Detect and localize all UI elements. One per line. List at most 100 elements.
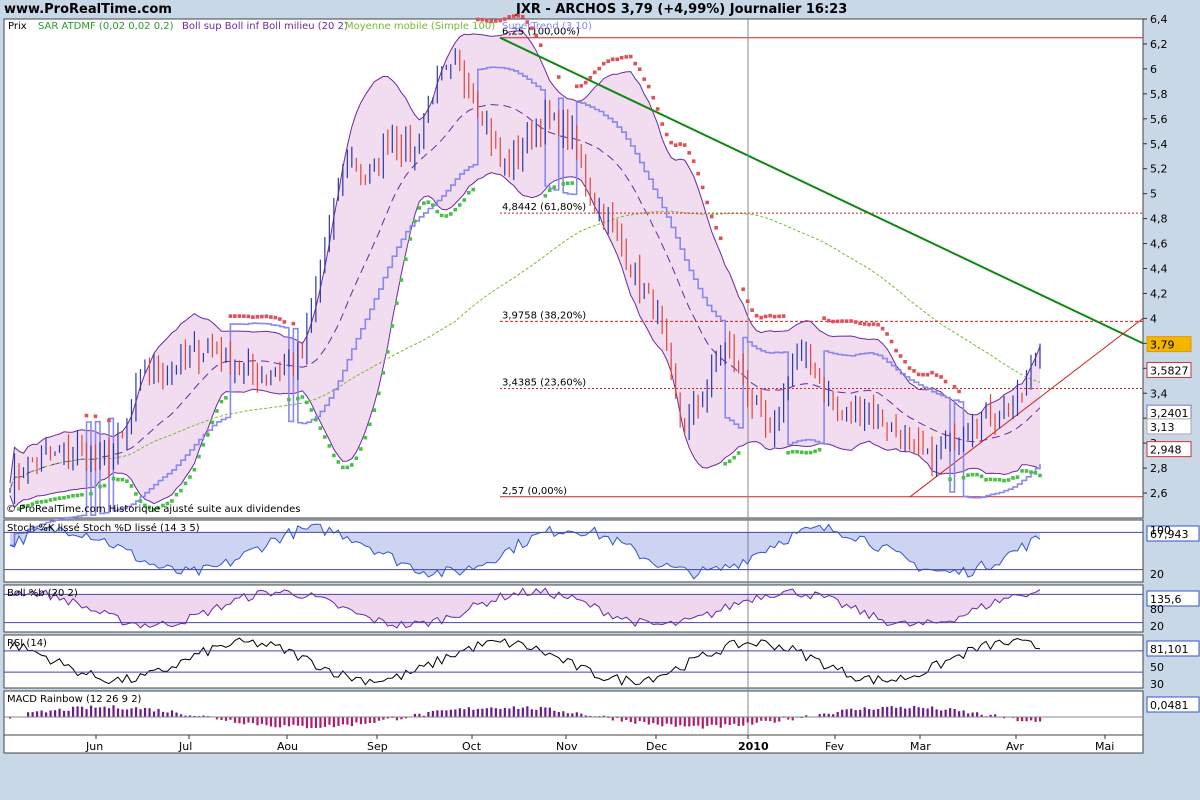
sar-dot [988, 477, 993, 482]
sar-dot [921, 372, 925, 377]
sar-dot [417, 206, 422, 210]
sar-dot [876, 322, 880, 327]
sar-dot [664, 132, 669, 137]
macd-bar [836, 712, 839, 717]
y-tick-label: 5,6 [1150, 113, 1168, 126]
macd-bar [319, 717, 322, 728]
macd-bar [530, 709, 533, 717]
sar-dot [404, 257, 408, 262]
sar-dot [831, 319, 835, 324]
macd-bar [58, 708, 61, 717]
macd-bar [683, 717, 686, 727]
macd-bar [746, 717, 749, 723]
x-tick-label: Mai [1095, 740, 1114, 753]
macd-bar [373, 717, 376, 723]
sar-dot [368, 422, 372, 427]
macd-bar [233, 717, 237, 723]
macd-bar [724, 717, 727, 725]
macd-bar [688, 717, 691, 727]
macd-bar [953, 708, 956, 717]
sar-dot [120, 477, 125, 482]
y-tick-label: 6,2 [1150, 38, 1168, 51]
sar-dot [619, 55, 624, 60]
sar-dot [1020, 469, 1024, 473]
sar-dot [790, 449, 795, 454]
sar-dot [867, 322, 871, 327]
macd-bar [904, 708, 907, 717]
sar-dot [448, 212, 453, 216]
sar-dot [48, 498, 53, 502]
macd-bar [571, 713, 574, 717]
sar-dot [439, 213, 444, 218]
fib-label: 2,57 (0,00%) [502, 486, 567, 497]
macd-bar [976, 712, 979, 717]
macd-bar [305, 717, 309, 729]
sar-dot [98, 484, 102, 489]
macd-bar [355, 717, 358, 723]
sar-dot [228, 314, 233, 318]
sar-dot [781, 314, 786, 318]
sar-dot [251, 315, 255, 319]
fib-label: 3,4385 (23,60%) [502, 377, 586, 388]
macd-bar [337, 717, 340, 726]
macd-bar [292, 717, 295, 725]
sar-dot [453, 207, 458, 212]
macd-bar [760, 717, 763, 721]
sar-dot [314, 417, 318, 422]
macd-bar [517, 708, 520, 717]
legend-boll: Boll sup Boll inf Boll milieu (20 2) [182, 21, 348, 32]
macd-bar [692, 717, 695, 726]
sar-dot [377, 391, 381, 396]
panel-title: Stoch %K lissé Stoch %D lissé (14 3 5) [7, 522, 200, 534]
macd-bar [728, 717, 731, 726]
sar-dot [601, 61, 606, 66]
sar-dot [534, 34, 539, 38]
macd-bar [112, 705, 115, 717]
macd-bar [40, 710, 43, 717]
sar-dot [561, 182, 566, 186]
sar-dot [952, 385, 957, 389]
macd-bar [548, 707, 551, 717]
sar-dot [894, 348, 898, 353]
macd-bar [499, 708, 502, 717]
macd-bar [71, 706, 75, 717]
macd-bar [742, 717, 745, 726]
macd-bar [701, 717, 704, 729]
sar-dot [282, 320, 287, 324]
y-tick-label: 4,6 [1150, 238, 1168, 251]
sar-dot [341, 465, 345, 470]
macd-bar [575, 712, 578, 717]
sar-dot [700, 185, 705, 190]
sar-dot [750, 308, 754, 312]
sar-dot [997, 477, 1002, 482]
sar-dot [903, 360, 907, 364]
macd-bar [755, 717, 758, 723]
sar-dot [66, 494, 71, 499]
sar-dot [624, 55, 629, 59]
macd-bar [269, 717, 273, 727]
sar-dot [93, 414, 98, 419]
sar-dot [1006, 478, 1011, 482]
macd-bar [1025, 717, 1028, 722]
macd-bar [463, 709, 466, 717]
sar-dot [687, 151, 691, 155]
macd-bar [364, 717, 367, 724]
sar-dot [255, 314, 260, 319]
sar-dot [395, 301, 399, 305]
sar-dot [912, 369, 916, 373]
sar-dot [466, 190, 471, 195]
macd-bar [98, 707, 102, 717]
panel-tick-label: 30 [1150, 678, 1164, 691]
sar-dot [745, 299, 750, 303]
macd-bar [706, 717, 709, 726]
rsi-panel [3, 634, 1144, 689]
macd-bar [125, 709, 129, 717]
sar-dot [264, 314, 269, 319]
sar-dot [547, 188, 552, 193]
sar-dot [579, 84, 584, 88]
macd-bar [494, 708, 497, 717]
macd-bar [859, 709, 862, 717]
sar-dot [426, 200, 431, 204]
macd-bar [472, 709, 475, 717]
sar-dot [260, 314, 264, 319]
